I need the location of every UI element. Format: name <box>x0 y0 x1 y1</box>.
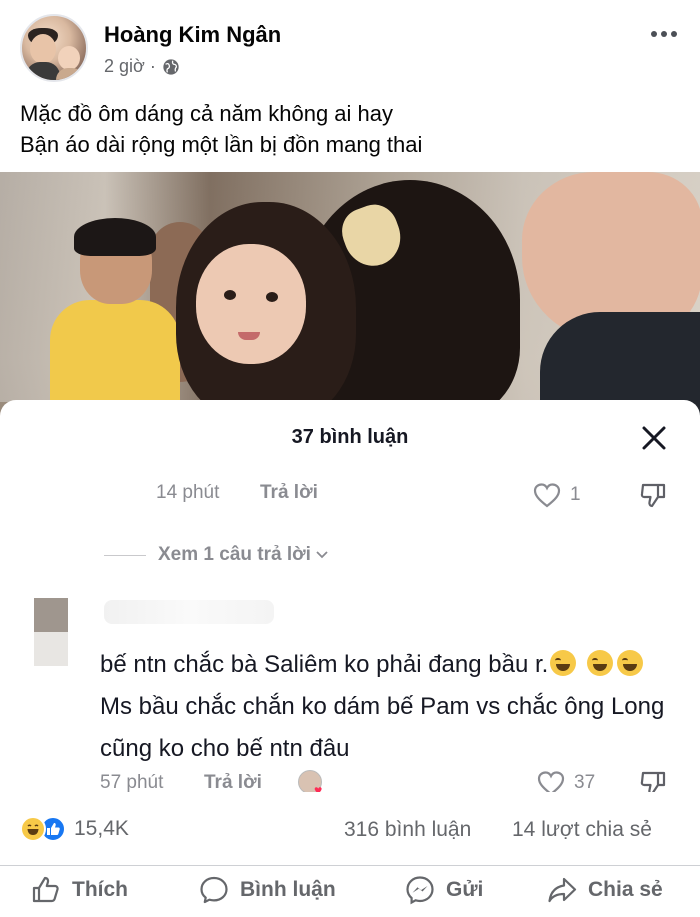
more-options-button[interactable] <box>644 20 684 48</box>
haha-reaction-icon <box>20 816 46 842</box>
media-person <box>196 244 306 364</box>
laughing-emoji-icon <box>616 650 643 676</box>
like-button[interactable]: 1 <box>532 480 581 510</box>
dislike-icon[interactable] <box>638 480 668 510</box>
comment-time: 14 phút <box>156 482 220 503</box>
dot-icon <box>671 31 677 37</box>
send-action-label: Gửi <box>446 878 484 901</box>
author-name[interactable]: Hoàng Kim Ngân <box>104 22 281 48</box>
globe-icon <box>163 58 179 75</box>
post-stats: 15,4K 316 bình luận 14 lượt chia sẻ <box>0 792 700 866</box>
media-person <box>50 300 180 410</box>
messenger-icon <box>406 876 434 905</box>
post-meta: 2 giờ · <box>104 56 180 77</box>
like-count: 1 <box>570 484 581 505</box>
reactions-summary[interactable]: 15,4K <box>20 816 129 842</box>
like-action-label: Thích <box>72 878 128 901</box>
like-action-button[interactable]: Thích <box>30 874 128 906</box>
laughing-emoji-icon <box>550 650 577 676</box>
comment-text: bế ntn chắc bà Saliêm ko phải đang bầu r… <box>100 644 680 770</box>
post-caption: Mặc đồ ôm dáng cả năm không ai hay Bận á… <box>20 98 680 160</box>
dot-icon <box>661 31 667 37</box>
comment-time: 57 phút <box>100 772 164 792</box>
laughing-emoji-icon <box>586 650 613 676</box>
commenter-avatar[interactable] <box>34 598 68 632</box>
caption-line: Mặc đồ ôm dáng cả năm không ai hay <box>20 101 394 126</box>
heart-icon <box>537 771 565 792</box>
view-replies-label: Xem 1 câu trả lời <box>158 544 311 565</box>
reply-button[interactable]: Trả lời <box>204 772 262 792</box>
thumbs-up-icon <box>32 876 59 903</box>
view-replies-button[interactable]: Xem 1 câu trả lời <box>104 544 329 566</box>
shares-count[interactable]: 14 lượt chia sẻ <box>512 818 652 842</box>
post-time[interactable]: 2 giờ · <box>104 56 156 77</box>
heart-icon <box>533 483 561 508</box>
reply-button[interactable]: Trả lời <box>260 482 318 504</box>
like-button[interactable]: 37 <box>536 768 595 792</box>
dot-icon <box>651 31 657 37</box>
comment-bubble-icon <box>200 876 228 904</box>
author-avatar[interactable] <box>20 14 88 82</box>
send-action-button[interactable]: Gửi <box>404 874 483 906</box>
commenter-avatar <box>34 632 68 666</box>
comments-title: 37 bình luận <box>291 426 409 448</box>
post-media[interactable]: 37 bình luận 14 phút Trả lời 1 Xem 1 câu… <box>0 172 700 792</box>
close-icon[interactable] <box>638 422 670 454</box>
reactions-count: 15,4K <box>74 817 129 840</box>
comment-text-part: Ms bầu chắc chắn ko dám bế Pam vs chắc ô… <box>100 693 665 762</box>
like-count: 37 <box>574 772 596 792</box>
commenter-name-blurred <box>104 600 274 624</box>
share-arrow-icon <box>548 877 577 903</box>
media-detail <box>266 292 278 302</box>
comments-sheet: 37 bình luận 14 phút Trả lời 1 Xem 1 câu… <box>0 400 700 792</box>
comment-action-button[interactable]: Bình luận <box>198 874 336 906</box>
comment-action-label: Bình luận <box>240 878 336 901</box>
comment-text-part: bế ntn chắc bà Saliêm ko phải đang bầu r… <box>100 651 549 678</box>
post-actions: Thích Bình luận Gửi Chia sẻ <box>0 866 700 917</box>
post-header: Hoàng Kim Ngân 2 giờ · <box>0 0 700 92</box>
share-action-label: Chia sẻ <box>588 878 663 901</box>
dislike-icon[interactable] <box>638 768 668 792</box>
comments-count[interactable]: 316 bình luận <box>344 818 471 842</box>
share-action-button[interactable]: Chia sẻ <box>546 874 663 906</box>
chevron-down-icon <box>316 551 328 559</box>
divider-line <box>104 554 146 556</box>
media-detail <box>224 290 236 300</box>
caption-line: Bận áo dài rộng một lần bị đồn mang thai <box>20 132 423 157</box>
media-person <box>74 218 156 256</box>
